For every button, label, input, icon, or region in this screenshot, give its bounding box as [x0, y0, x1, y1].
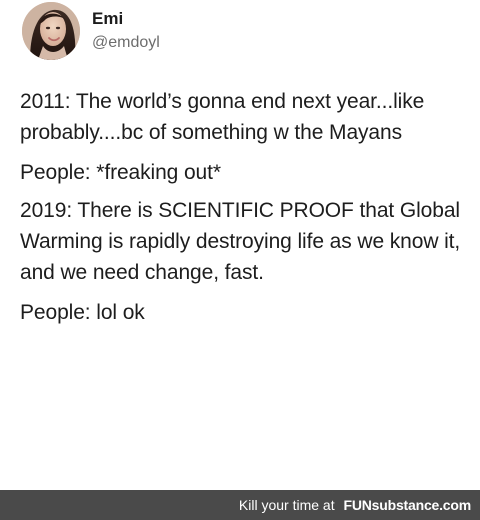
tweet-paragraph-2: People: *freaking out* [20, 161, 221, 184]
footer-brand-prefix: FUN [343, 497, 372, 513]
tweet-paragraph-4: People: lol ok [20, 301, 145, 324]
display-name[interactable]: Emi [92, 9, 123, 29]
footer-brand-suffix: substance.com [371, 497, 472, 513]
footer-content: Kill your time at FUNsubstance.com [239, 496, 471, 514]
tweet-body: 2011: The world’s gonna end next year...… [20, 86, 465, 337]
avatar-image [22, 2, 80, 60]
username-handle[interactable]: @emdoyl [92, 33, 160, 53]
footer-tagline: Kill your time at [238, 497, 335, 513]
avatar[interactable] [22, 2, 80, 60]
watermark-footer: Kill your time at FUNsubstance.com [0, 490, 480, 520]
footer-brand-link[interactable]: FUNsubstance.com [343, 496, 471, 514]
tweet-paragraph-3: 2019: There is SCIENTIFIC PROOF that Glo… [20, 199, 461, 284]
tweet-paragraph-1: 2011: The world’s gonna end next year...… [20, 90, 425, 144]
profile-header: Emi @emdoyl [22, 2, 452, 66]
